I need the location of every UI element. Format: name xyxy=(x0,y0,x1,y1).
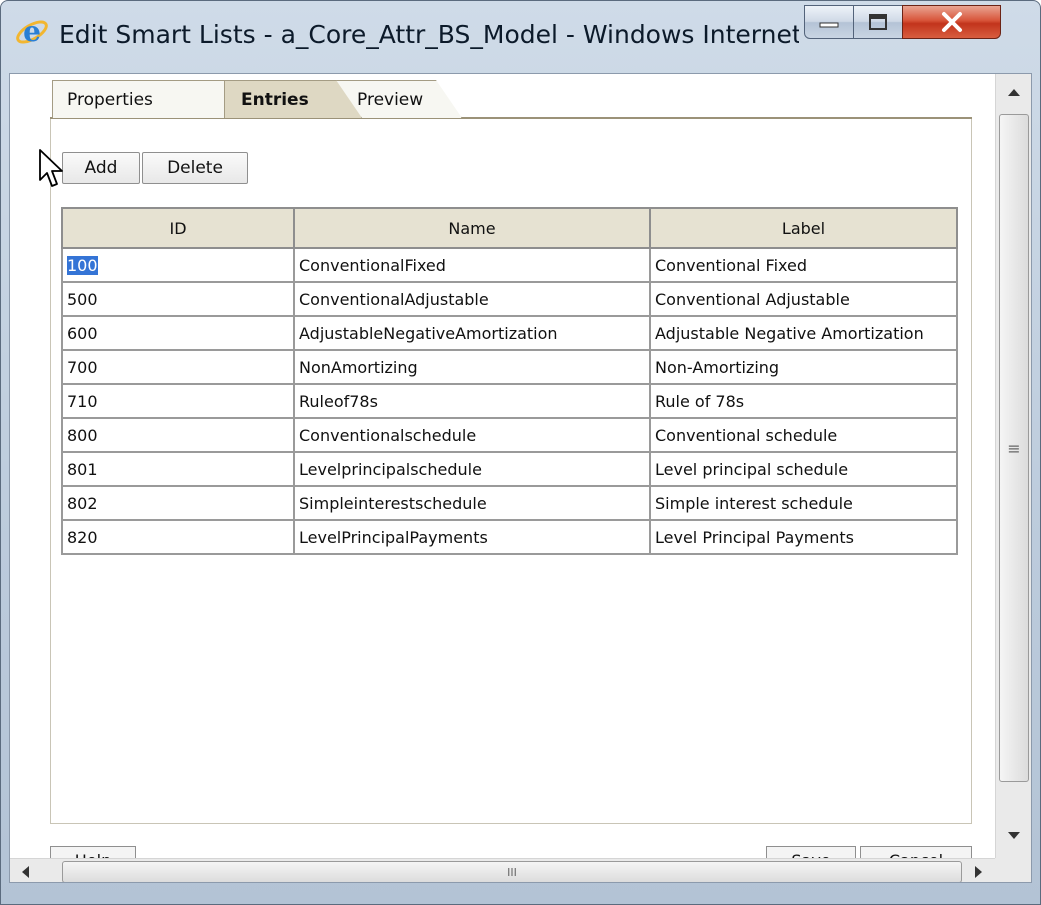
selected-text: 100 xyxy=(67,255,98,275)
table-row[interactable]: 600 AdjustableNegativeAmortization Adjus… xyxy=(61,315,958,351)
minimize-icon xyxy=(819,22,839,28)
title-bar[interactable]: e Edit Smart Lists - a_Core_Attr_BS_Mode… xyxy=(1,1,1040,71)
table-row[interactable]: 802 Simpleinterestschedule Simple intere… xyxy=(61,485,958,521)
cell-id[interactable]: 802 xyxy=(61,485,295,521)
delete-button[interactable]: Delete xyxy=(142,152,248,184)
horizontal-scrollbar[interactable]: III xyxy=(10,858,995,882)
svg-text:e: e xyxy=(23,15,41,48)
cell-id[interactable]: 700 xyxy=(61,349,295,385)
column-header-label[interactable]: Label xyxy=(649,207,958,249)
vertical-scroll-thumb[interactable]: ≡ xyxy=(999,114,1029,782)
cell-label[interactable]: Conventional schedule xyxy=(649,417,958,453)
browser-window: e Edit Smart Lists - a_Core_Attr_BS_Mode… xyxy=(0,0,1041,905)
cell-label[interactable]: Level principal schedule xyxy=(649,451,958,487)
table-header-row: ID Name Label xyxy=(61,207,958,249)
cell-id[interactable]: 820 xyxy=(61,519,295,555)
minimize-button[interactable] xyxy=(804,5,854,39)
tab-label: Entries xyxy=(241,89,309,110)
cell-id[interactable]: 800 xyxy=(61,417,295,453)
vertical-scrollbar[interactable]: ≡ xyxy=(995,74,1031,858)
cell-name[interactable]: Simpleinterestschedule xyxy=(293,485,651,521)
cell-name[interactable]: Ruleof78s xyxy=(293,383,651,419)
cell-name[interactable]: AdjustableNegativeAmortization xyxy=(293,315,651,351)
table-row[interactable]: 820 LevelPrincipalPayments Level Princip… xyxy=(61,519,958,555)
window-title: Edit Smart Lists - a_Core_Attr_BS_Model … xyxy=(59,20,799,49)
scroll-up-arrow-icon[interactable] xyxy=(996,74,1031,110)
cell-id[interactable]: 500 xyxy=(61,281,295,317)
scroll-grip-icon: ≡ xyxy=(1007,438,1021,458)
cell-name[interactable]: ConventionalFixed xyxy=(293,247,651,283)
cell-name[interactable]: Conventionalschedule xyxy=(293,417,651,453)
cell-label[interactable]: Rule of 78s xyxy=(649,383,958,419)
scroll-grip-icon: III xyxy=(507,865,517,879)
cell-name[interactable]: Levelprincipalschedule xyxy=(293,451,651,487)
cell-label[interactable]: Level Principal Payments xyxy=(649,519,958,555)
entries-table: ID Name Label 100 ConventionalFixed Conv… xyxy=(61,207,958,555)
close-button[interactable] xyxy=(902,5,1001,39)
cell-label[interactable]: Conventional Fixed xyxy=(649,247,958,283)
cell-id[interactable]: 801 xyxy=(61,451,295,487)
close-icon xyxy=(941,12,962,32)
cell-id[interactable]: 100 xyxy=(61,247,295,283)
tab-label: Properties xyxy=(67,89,153,110)
cell-name[interactable]: LevelPrincipalPayments xyxy=(293,519,651,555)
scroll-down-arrow-icon[interactable] xyxy=(996,818,1031,854)
cell-label[interactable]: Simple interest schedule xyxy=(649,485,958,521)
internet-explorer-icon: e xyxy=(15,15,49,49)
scroll-right-arrow-icon[interactable] xyxy=(964,859,994,882)
column-header-name[interactable]: Name xyxy=(293,207,651,249)
mouse-cursor-icon xyxy=(39,149,63,187)
cell-label[interactable]: Adjustable Negative Amortization xyxy=(649,315,958,351)
scroll-left-arrow-icon[interactable] xyxy=(10,859,40,882)
column-header-id[interactable]: ID xyxy=(61,207,295,249)
table-row[interactable]: 500 ConventionalAdjustable Conventional … xyxy=(61,281,958,317)
tab-label: Preview xyxy=(357,89,424,110)
table-row[interactable]: 801 Levelprincipalschedule Level princip… xyxy=(61,451,958,487)
table-row[interactable]: 100 ConventionalFixed Conventional Fixed xyxy=(61,247,958,283)
add-button[interactable]: Add xyxy=(62,152,140,184)
cell-id[interactable]: 710 xyxy=(61,383,295,419)
table-row[interactable]: 700 NonAmortizing Non-Amortizing xyxy=(61,349,958,385)
maximize-button[interactable] xyxy=(853,5,903,39)
maximize-icon xyxy=(869,14,887,30)
cell-id[interactable]: 600 xyxy=(61,315,295,351)
table-row[interactable]: 710 Ruleof78s Rule of 78s xyxy=(61,383,958,419)
cell-name[interactable]: NonAmortizing xyxy=(293,349,651,385)
page-content: Properties Entries Preview Add Delete ID… xyxy=(9,73,1032,883)
cell-label[interactable]: Conventional Adjustable xyxy=(649,281,958,317)
scrollbar-corner xyxy=(995,858,1031,882)
horizontal-scroll-thumb[interactable]: III xyxy=(62,861,962,882)
cell-label[interactable]: Non-Amortizing xyxy=(649,349,958,385)
table-row[interactable]: 800 Conventionalschedule Conventional sc… xyxy=(61,417,958,453)
cell-name[interactable]: ConventionalAdjustable xyxy=(293,281,651,317)
